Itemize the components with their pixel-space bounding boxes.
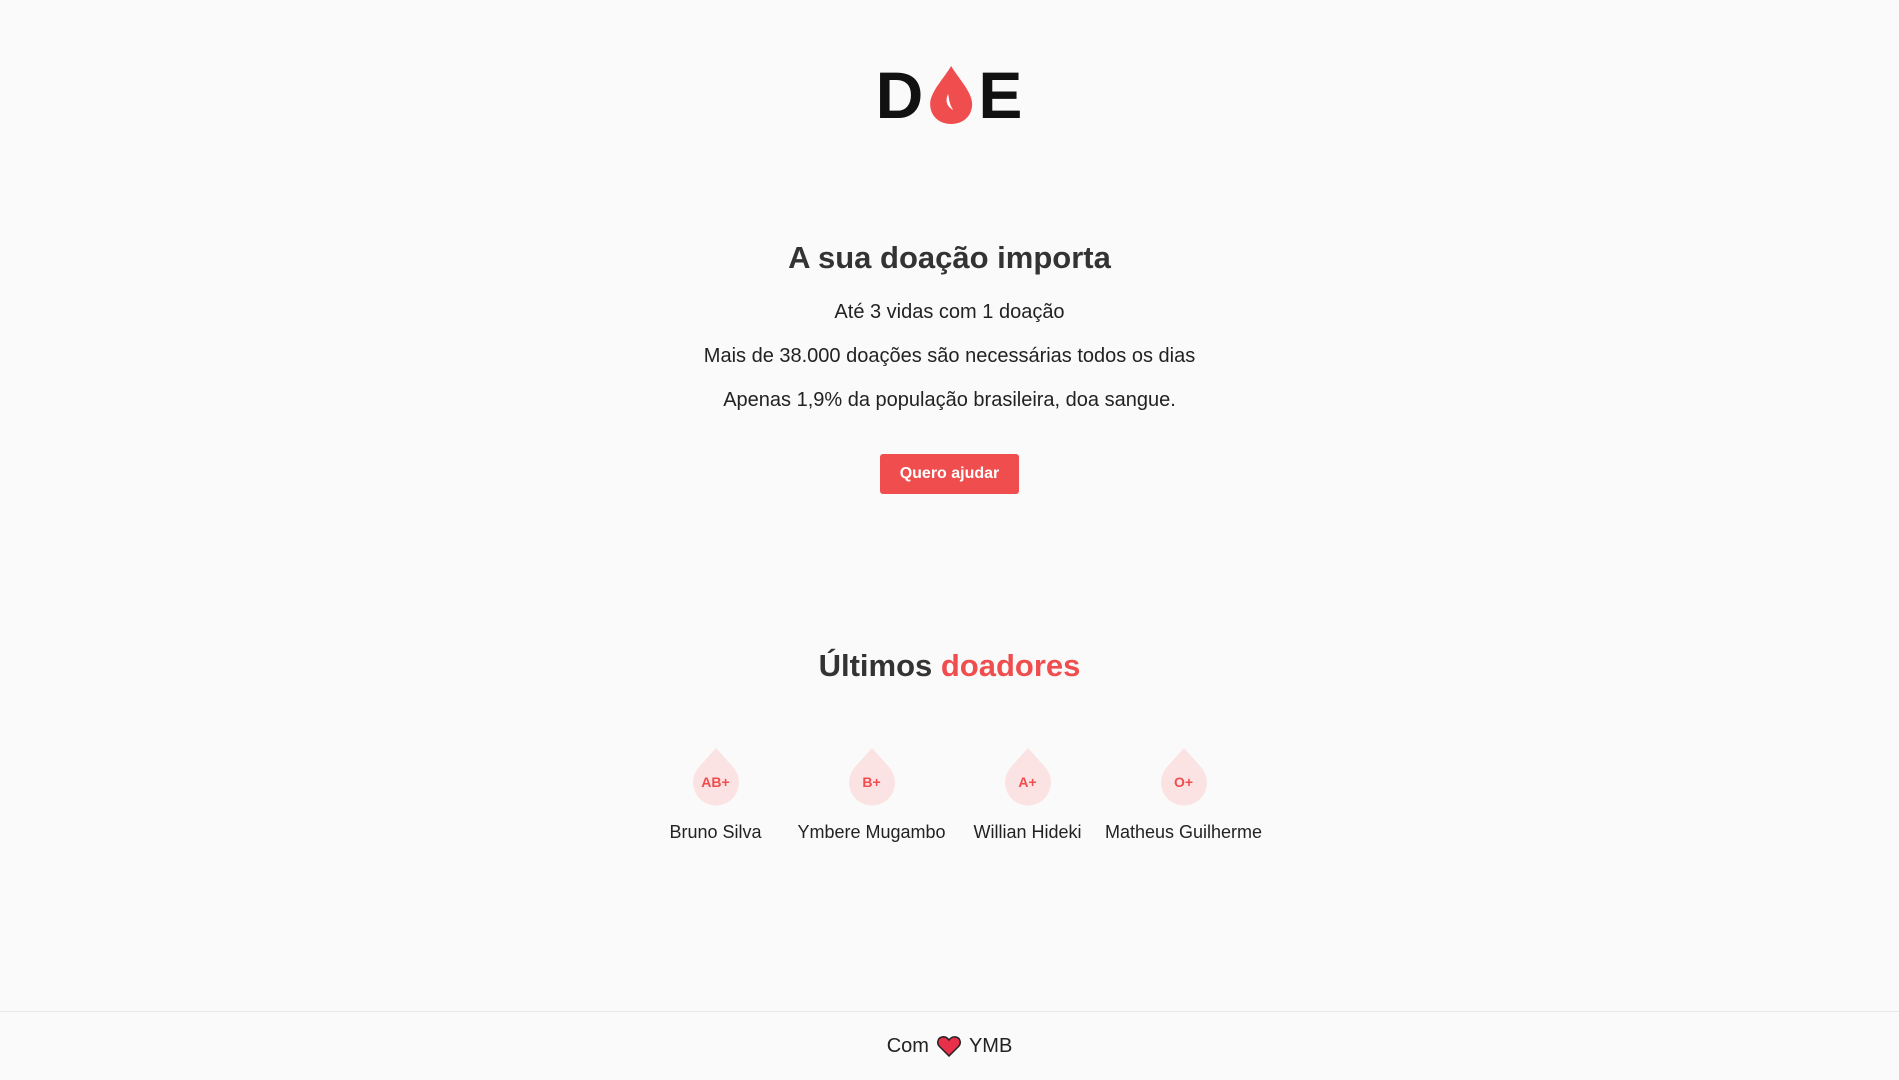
logo: D E — [876, 62, 1024, 128]
blood-type-label: A+ — [1018, 774, 1037, 790]
donor-name: Bruno Silva — [669, 822, 762, 842]
blood-type-badge: B+ — [847, 748, 897, 806]
donor-name: Ymbere Mugambo — [797, 822, 946, 842]
quero-ajudar-button[interactable]: Quero ajudar — [879, 454, 1020, 494]
hero-line: Até 3 vidas com 1 doação — [834, 301, 1065, 323]
footer-suffix: YMB — [968, 1034, 1013, 1057]
page: D E A sua doação importa Até 3 vidas com… — [0, 0, 1899, 1080]
donors-section: Últimos doadores — [0, 648, 1899, 684]
blood-type-badge: A+ — [1003, 748, 1053, 806]
donors-title: Últimos doadores — [0, 648, 1899, 684]
blood-type-label: AB+ — [701, 774, 730, 790]
blood-type-badge: AB+ — [691, 748, 741, 806]
hero-line: Mais de 38.000 doações são necessárias t… — [703, 345, 1196, 367]
logo-letter-d: D — [875, 58, 925, 132]
logo-letter-e: E — [978, 58, 1024, 132]
donors-title-accent: doadores — [940, 648, 1081, 683]
donor-name: Willian Hideki — [973, 822, 1082, 842]
blood-type-label: O+ — [1173, 774, 1194, 790]
blood-type-label: B+ — [862, 774, 881, 790]
hero-section: A sua doação importa Até 3 vidas com 1 d… — [0, 240, 1899, 494]
donor-name: Matheus Guilherme — [1104, 822, 1263, 842]
donors-title-plain: Últimos — [818, 648, 941, 683]
blood-type-badge: O+ — [1159, 748, 1209, 806]
donor-card: A+ Willian Hideki — [950, 748, 1106, 843]
donor-list: AB+ Bruno Silva B+ Ymbere Mugambo A+ Wil… — [638, 748, 1262, 843]
hero-title: A sua doação importa — [788, 240, 1111, 275]
donor-card: B+ Ymbere Mugambo — [794, 748, 950, 843]
donor-card: AB+ Bruno Silva — [638, 748, 794, 843]
footer-prefix: Com — [886, 1034, 929, 1057]
hero-line: Apenas 1,9% da população brasileira, doa… — [723, 389, 1176, 411]
heart-icon — [936, 1036, 961, 1057]
blood-drop-icon — [930, 66, 973, 124]
donor-card: O+ Matheus Guilherme — [1104, 748, 1263, 843]
footer: Com YMB — [0, 1011, 1899, 1080]
